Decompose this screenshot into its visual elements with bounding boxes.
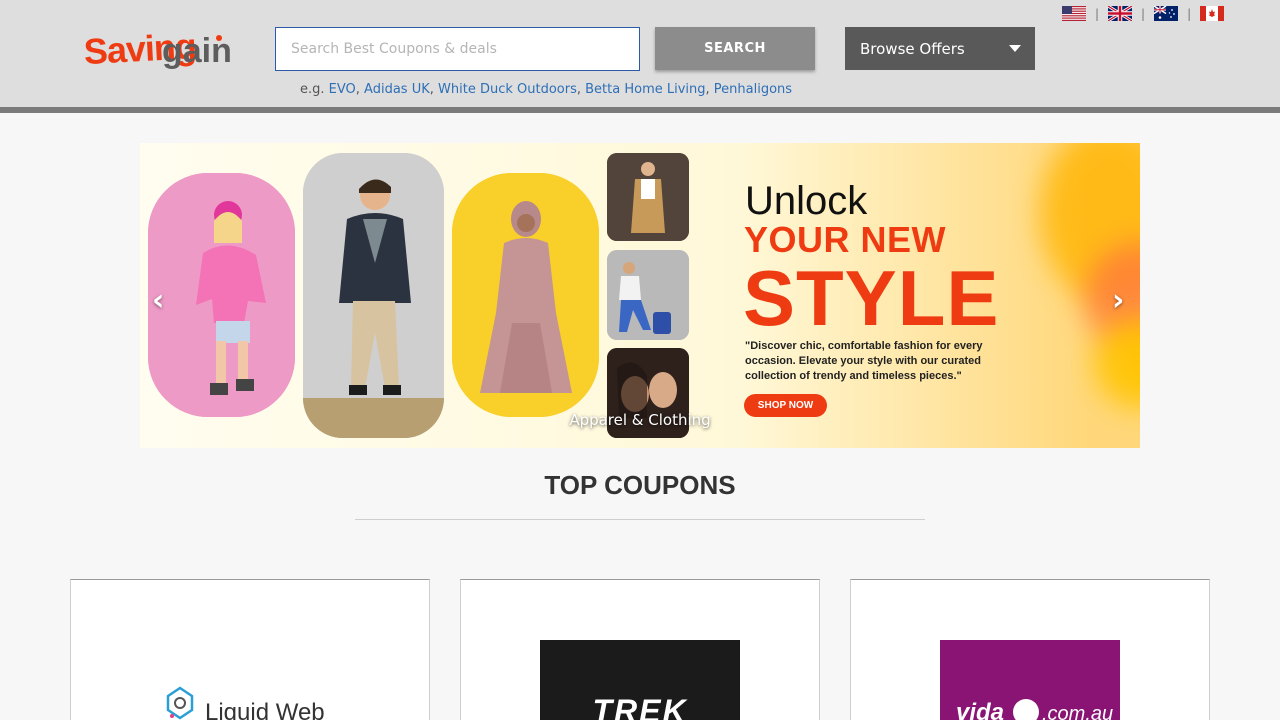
model-photo-pink [148,173,295,417]
banner-tagline: "Discover chic, comfortable fashion for … [745,340,983,382]
savinggain-logo[interactable]: Saving gain [83,24,249,76]
browse-offers-dropdown[interactable]: Browse Offers [845,27,1035,70]
section-divider [355,519,925,520]
coupon-card[interactable]: Liquid Web [70,579,430,720]
uk-flag-icon[interactable] [1108,6,1133,21]
liquid-web-logo: Liquid Web [150,640,350,720]
vida-suffix: .com.au [1042,703,1113,720]
carousel-prev-icon[interactable]: ‹ [152,283,164,318]
example-link[interactable]: Penhaligons [714,82,792,97]
carousel-next-icon[interactable]: › [1112,283,1124,318]
top-coupons-heading: TOP COUPONS [544,470,736,500]
model-photo-suitcase [607,250,689,340]
au-flag-icon[interactable] [1154,6,1179,21]
coupon-card[interactable]: TREK [460,579,820,720]
search-examples: e.g. EVO, Adidas UK, White Duck Outdoors… [300,82,793,97]
site-header: Saving gain SEARCH Browse Offers e.g. EV… [0,0,1280,107]
us-flag-icon[interactable] [1062,6,1086,21]
example-link[interactable]: EVO [329,82,356,97]
header-divider [0,107,1280,113]
examples-prefix: e.g. [300,82,325,97]
coupon-card[interactable]: vida .com.au [850,579,1210,720]
liquid-web-wordmark: Liquid Web [205,699,325,720]
search-input[interactable] [275,27,640,71]
banner-headline-style: STYLE [743,254,1000,342]
ca-flag-icon[interactable] [1200,6,1225,21]
country-flags: | | | [1062,6,1225,21]
banner-caption: Apparel & Clothing [569,411,711,429]
model-photo-coat [607,153,689,241]
caret-down-icon [1009,45,1021,52]
vida-logo: vida .com.au [940,640,1120,720]
search-button[interactable]: SEARCH [655,27,815,70]
example-link[interactable]: White Duck Outdoors [438,82,577,97]
trek-logo: TREK [540,640,740,720]
model-photo-blazer [303,153,444,438]
example-link[interactable]: Adidas UK [364,82,430,97]
banner-headline-unlock: Unlock [745,179,868,223]
hero-banner[interactable]: Unlock YOUR NEW STYLE "Discover chic, co… [140,143,1140,448]
browse-offers-label: Browse Offers [860,39,965,58]
model-photo-hijab [452,173,599,417]
example-link[interactable]: Betta Home Living [585,82,705,97]
vida-wordmark: vida [956,699,1004,720]
trek-wordmark: TREK [592,693,688,720]
